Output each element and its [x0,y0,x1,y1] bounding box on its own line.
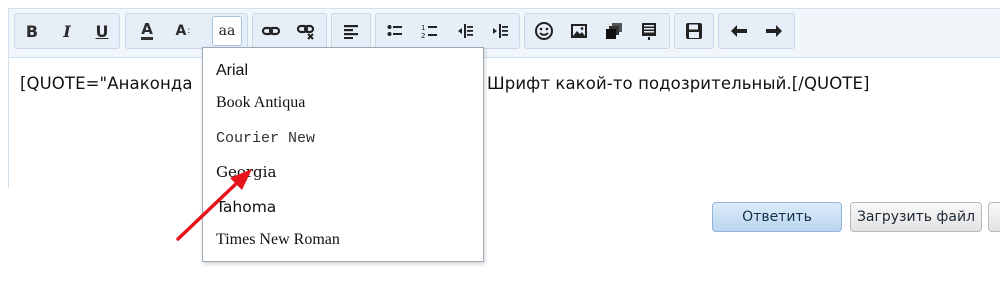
font-option-times-new-roman[interactable]: Times New Roman [216,231,340,249]
undo-icon[interactable] [726,18,752,44]
editor-text-end: Шрифт какой-то подозрительный.[/QUOTE] [487,74,870,93]
media-group [524,13,670,49]
font-option-book-antiqua[interactable]: Book Antiqua [216,94,305,112]
font-group: A A: aa [125,13,248,49]
font-size-button[interactable]: A: [170,18,196,44]
font-family-button[interactable]: aa [212,16,242,46]
svg-text:2: 2 [421,32,425,40]
save-group [674,13,714,49]
size-dots-icon: : [187,26,191,36]
message-editor: B I U A A: aa 1 2 [QUOTE="Анаконда Шрифт… [8,8,1000,188]
link-group [252,13,327,49]
upload-file-button[interactable]: Загрузить файл [850,202,982,232]
list-group: 12 [375,13,520,49]
font-option-courier-new[interactable]: Courier New [216,130,315,147]
italic-button[interactable]: I [54,18,80,44]
quote-icon[interactable] [636,18,662,44]
smiley-icon[interactable] [531,18,557,44]
outdent-icon[interactable] [452,18,478,44]
font-color-button[interactable]: A [134,18,160,44]
media-icon[interactable] [601,18,627,44]
align-group [331,13,371,49]
svg-text:1: 1 [421,24,425,32]
redo-icon[interactable] [761,18,787,44]
image-icon[interactable] [566,18,592,44]
underline-button[interactable]: U [89,18,115,44]
editor-text-start: [QUOTE="Анаконда [20,74,193,93]
indent-icon[interactable] [487,18,513,44]
font-option-georgia[interactable]: Georgia [216,163,276,181]
unlink-icon[interactable] [293,18,319,44]
link-icon[interactable] [258,18,284,44]
extra-button[interactable] [988,202,1000,232]
bold-button[interactable]: B [19,18,45,44]
font-option-tahoma[interactable]: Tahoma [216,198,276,216]
editor-toolbar: B I U A A: aa 1 2 [9,9,1000,57]
font-option-arial[interactable]: Arial [216,62,248,80]
reply-button[interactable]: Ответить [712,202,842,232]
bullet-list-icon[interactable] [382,18,408,44]
format-group: B I U [14,13,120,49]
message-textarea[interactable]: [QUOTE="Анаконда Шрифт какой-то подозрит… [9,57,1000,188]
align-left-icon[interactable] [338,18,364,44]
font-family-menu: Arial Book Antiqua Courier New Georgia T… [202,47,484,262]
history-group [718,13,795,49]
numbered-list-icon[interactable]: 12 [417,18,443,44]
save-draft-icon[interactable] [681,18,707,44]
